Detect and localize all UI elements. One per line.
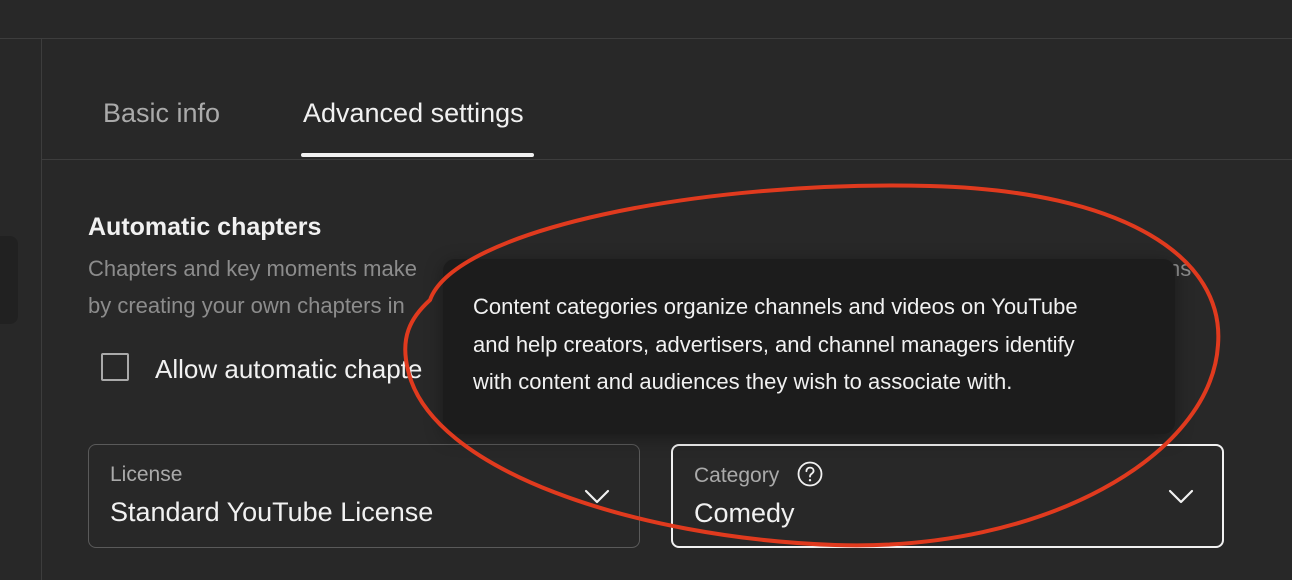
license-label: License xyxy=(110,463,183,486)
tooltip-text-line-2: and help creators, advertisers, and chan… xyxy=(473,332,1075,357)
allow-automatic-chapters-label[interactable]: Allow automatic chapte xyxy=(155,353,422,385)
help-circle-icon[interactable] xyxy=(796,460,824,488)
tab-basic-info[interactable]: Basic info xyxy=(103,97,220,129)
chapters-description-line-1: Chapters and key moments make xyxy=(88,256,417,281)
license-value: Standard YouTube License xyxy=(110,497,434,527)
tab-advanced-settings[interactable]: Advanced settings xyxy=(303,97,524,129)
category-help-tooltip: Content categories organize channels and… xyxy=(443,259,1175,434)
tooltip-text-line-1: Content categories organize channels and… xyxy=(473,294,1078,319)
license-select[interactable]: License Standard YouTube License xyxy=(88,444,640,548)
chevron-down-icon[interactable] xyxy=(1168,489,1194,505)
chapters-description-line-2: by creating your own chapters in xyxy=(88,293,405,318)
left-rail-item[interactable] xyxy=(0,236,18,324)
category-select[interactable]: Category Comedy xyxy=(671,444,1224,548)
tooltip-text-line-3: with content and audiences they wish to … xyxy=(473,369,1013,394)
chevron-down-icon[interactable] xyxy=(584,489,610,505)
tab-bar: Basic info Advanced settings xyxy=(42,39,1292,160)
allow-automatic-chapters-checkbox[interactable] xyxy=(101,353,129,381)
top-bar xyxy=(0,0,1292,39)
active-tab-indicator xyxy=(301,153,534,157)
category-value: Comedy xyxy=(694,498,795,528)
category-label: Category xyxy=(694,464,780,487)
automatic-chapters-title: Automatic chapters xyxy=(88,213,322,241)
